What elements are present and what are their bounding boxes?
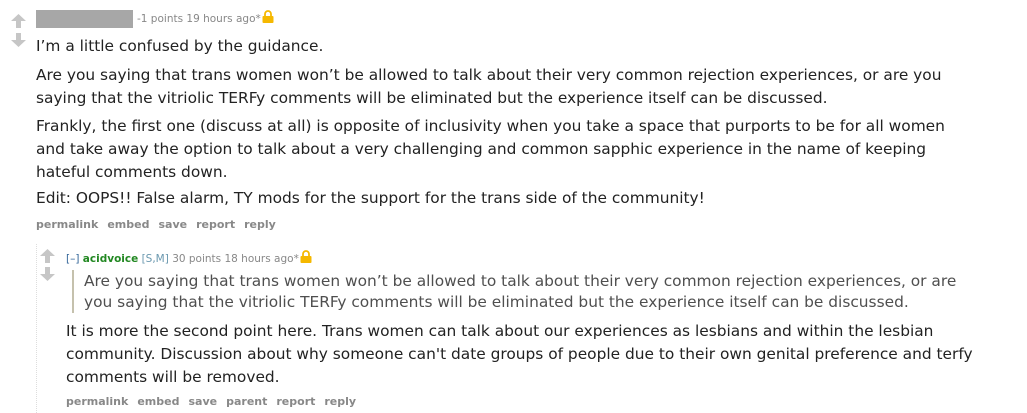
- author-link[interactable]: acidvoice: [83, 253, 138, 265]
- downvote-arrow-icon[interactable]: [40, 267, 55, 281]
- comment-1-paragraph: I’m a little confused by the guidance.: [36, 37, 324, 55]
- redacted-username: [36, 10, 133, 28]
- permalink-link[interactable]: permalink: [66, 395, 128, 408]
- edited-marker: *: [255, 13, 261, 25]
- lock-icon: [300, 250, 312, 263]
- comment-1-tagline: -1 points 19 hours ago*: [36, 10, 274, 28]
- report-link[interactable]: report: [276, 395, 315, 408]
- comment-2-score: 30 points: [172, 253, 222, 265]
- comment-1-paragraph: Edit: OOPS!! False alarm, TY mods for th…: [36, 189, 705, 207]
- comment-2-paragraph-line: community. Discussion about why someone …: [66, 345, 973, 363]
- comment-1-time: 19 hours ago: [186, 13, 256, 25]
- comment-1-buttons: permalink embed save report reply: [36, 218, 285, 231]
- embed-link[interactable]: embed: [107, 218, 149, 231]
- edited-marker: *: [293, 253, 299, 265]
- comment-1-paragraph: Are you saying that trans women won’t be…: [36, 66, 942, 84]
- embed-link[interactable]: embed: [137, 395, 179, 408]
- quote-line: you saying that the vitriolic TERFy comm…: [84, 293, 909, 311]
- user-flair: [S,M]: [141, 253, 169, 265]
- comment-2-paragraph-line: It is more the second point here. Trans …: [66, 322, 934, 340]
- comment-1-paragraph: hateful comments down.: [36, 163, 228, 181]
- comment-2-buttons: permalink embed save parent report reply: [66, 395, 365, 408]
- collapse-toggle[interactable]: [–]: [66, 253, 79, 265]
- reply-link[interactable]: reply: [244, 218, 276, 231]
- comment-2-time: 18 hours ago: [224, 253, 294, 265]
- upvote-arrow-icon[interactable]: [40, 249, 55, 263]
- comment-2-paragraph-line: comments will be removed.: [66, 368, 280, 386]
- downvote-arrow-icon[interactable]: [11, 33, 26, 47]
- save-link[interactable]: save: [158, 218, 187, 231]
- upvote-arrow-icon[interactable]: [11, 14, 26, 28]
- comment-1-paragraph: saying that the vitriolic TERFy comments…: [36, 89, 828, 107]
- comment-2-tagline: [–] acidvoice [S,M] 30 points 18 hours a…: [66, 250, 312, 265]
- comment-1-score: -1 points: [137, 13, 184, 25]
- save-link[interactable]: save: [188, 395, 217, 408]
- child-thread-line: [36, 244, 37, 413]
- report-link[interactable]: report: [196, 218, 235, 231]
- comment-1-paragraph: Frankly, the first one (discuss at all) …: [36, 117, 945, 135]
- quote-line: Are you saying that trans women won’t be…: [84, 272, 957, 290]
- parent-link[interactable]: parent: [226, 395, 267, 408]
- reply-link[interactable]: reply: [324, 395, 356, 408]
- comment-1-paragraph: and take away the option to talk about a…: [36, 140, 927, 158]
- block-quote: Are you saying that trans women won’t be…: [72, 270, 994, 313]
- permalink-link[interactable]: permalink: [36, 218, 98, 231]
- lock-icon: [262, 10, 274, 23]
